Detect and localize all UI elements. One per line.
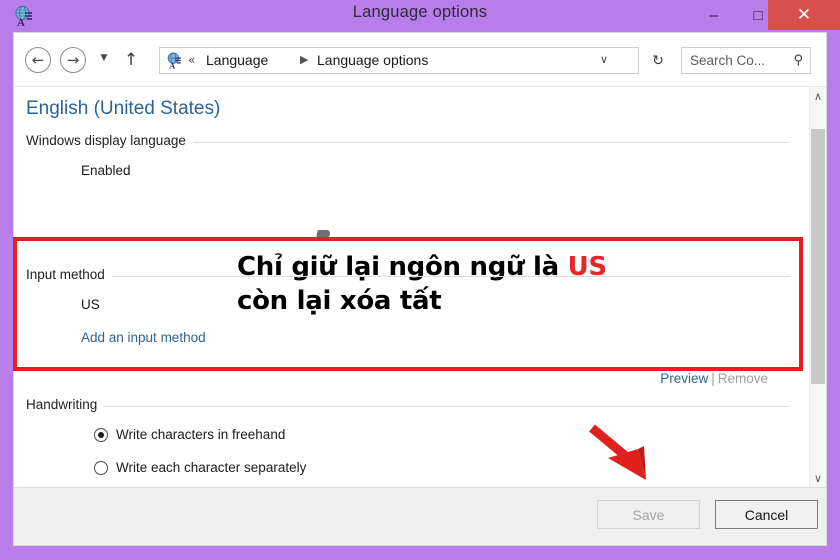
add-input-method-link[interactable]: Add an input method bbox=[81, 330, 206, 345]
search-icon: ⚲ bbox=[793, 53, 803, 68]
annotation-line-2: còn lại xóa tất bbox=[237, 286, 442, 316]
breadcrumb[interactable]: A « Language ▶ Language options ∨ bbox=[159, 47, 639, 74]
up-button[interactable]: ↑ bbox=[121, 47, 141, 73]
scrollbar-thumb[interactable] bbox=[811, 129, 825, 384]
group-divider bbox=[26, 406, 790, 407]
group-label: Windows display language bbox=[26, 133, 193, 148]
breadcrumb-item-language[interactable]: Language bbox=[206, 52, 268, 68]
radio-write-separately[interactable]: Write each character separately bbox=[94, 460, 306, 475]
display-language-status: Enabled bbox=[81, 163, 131, 178]
address-bar: ← → ▼ ↑ A « Language ▶ Language options … bbox=[14, 33, 826, 87]
search-input[interactable]: Search Co... ⚲ bbox=[681, 47, 811, 74]
back-button[interactable]: ← bbox=[25, 47, 51, 73]
refresh-icon: ↻ bbox=[652, 52, 664, 69]
annotation-text: Chỉ giữ lại ngôn ngữ là US còn lại xóa t… bbox=[237, 250, 637, 318]
save-label: Save bbox=[632, 506, 665, 523]
title-bar: A Language options – □ ✕ bbox=[0, 0, 840, 32]
minimize-button[interactable]: – bbox=[694, 0, 734, 30]
preview-link[interactable]: Preview bbox=[660, 371, 708, 386]
language-globe-icon: A bbox=[165, 51, 184, 70]
remove-link[interactable]: Remove bbox=[718, 371, 768, 386]
annotation-arrow-icon bbox=[588, 424, 680, 486]
recent-locations-button[interactable]: ▼ bbox=[96, 53, 112, 67]
search-placeholder: Search Co... bbox=[690, 53, 766, 68]
radio-label: Write each character separately bbox=[116, 460, 307, 475]
forward-arrow-icon: → bbox=[66, 51, 80, 69]
group-label: Handwriting bbox=[26, 397, 105, 412]
close-button[interactable]: ✕ bbox=[768, 0, 840, 30]
save-button[interactable]: Save bbox=[597, 500, 700, 529]
cancel-button[interactable]: Cancel bbox=[715, 500, 818, 529]
action-divider: | bbox=[711, 371, 715, 386]
input-method-actions: Preview | Remove bbox=[660, 371, 768, 386]
input-method-name: US bbox=[81, 297, 100, 312]
annotation-line-1-highlight: US bbox=[567, 252, 608, 282]
annotation-line-1-prefix: Chỉ giữ lại ngôn ngữ là bbox=[237, 252, 568, 282]
chevron-down-icon: ∨ bbox=[813, 471, 823, 485]
language-options-window: A Language options – □ ✕ ← → ▼ ↑ A « Lan… bbox=[0, 0, 840, 560]
close-icon: ✕ bbox=[796, 5, 812, 25]
maximize-icon: □ bbox=[753, 6, 763, 24]
minimize-icon: – bbox=[709, 6, 719, 24]
radio-icon-selected[interactable] bbox=[94, 427, 108, 442]
chevron-down-icon[interactable]: ∨ bbox=[600, 53, 608, 66]
page-title: English (United States) bbox=[26, 98, 221, 119]
group-divider bbox=[26, 276, 790, 277]
radio-icon-unselected[interactable] bbox=[94, 460, 108, 475]
mouse-cursor-artifact bbox=[316, 230, 331, 237]
group-label: Input method bbox=[26, 267, 112, 282]
refresh-button[interactable]: ↻ bbox=[645, 47, 671, 74]
chevron-right-icon: ▶ bbox=[300, 53, 309, 66]
radio-label: Write characters in freehand bbox=[116, 427, 286, 442]
breadcrumb-overflow-icon[interactable]: « bbox=[188, 53, 195, 67]
breadcrumb-item-language-options[interactable]: Language options bbox=[317, 52, 428, 68]
annotation-line-1: Chỉ giữ lại ngôn ngữ là US bbox=[237, 250, 637, 284]
scroll-down-button[interactable]: ∨ bbox=[810, 469, 826, 487]
radio-write-freehand[interactable]: Write characters in freehand bbox=[94, 427, 285, 442]
forward-button[interactable]: → bbox=[60, 47, 86, 73]
vertical-scrollbar[interactable]: ∧ ∨ bbox=[809, 87, 826, 487]
chevron-up-icon: ∧ bbox=[813, 89, 823, 103]
scroll-up-button[interactable]: ∧ bbox=[810, 87, 826, 105]
dialog-footer: Save Cancel bbox=[14, 487, 826, 545]
svg-text:A: A bbox=[169, 60, 176, 70]
cancel-label: Cancel bbox=[744, 506, 789, 523]
back-arrow-icon: ← bbox=[31, 51, 45, 69]
